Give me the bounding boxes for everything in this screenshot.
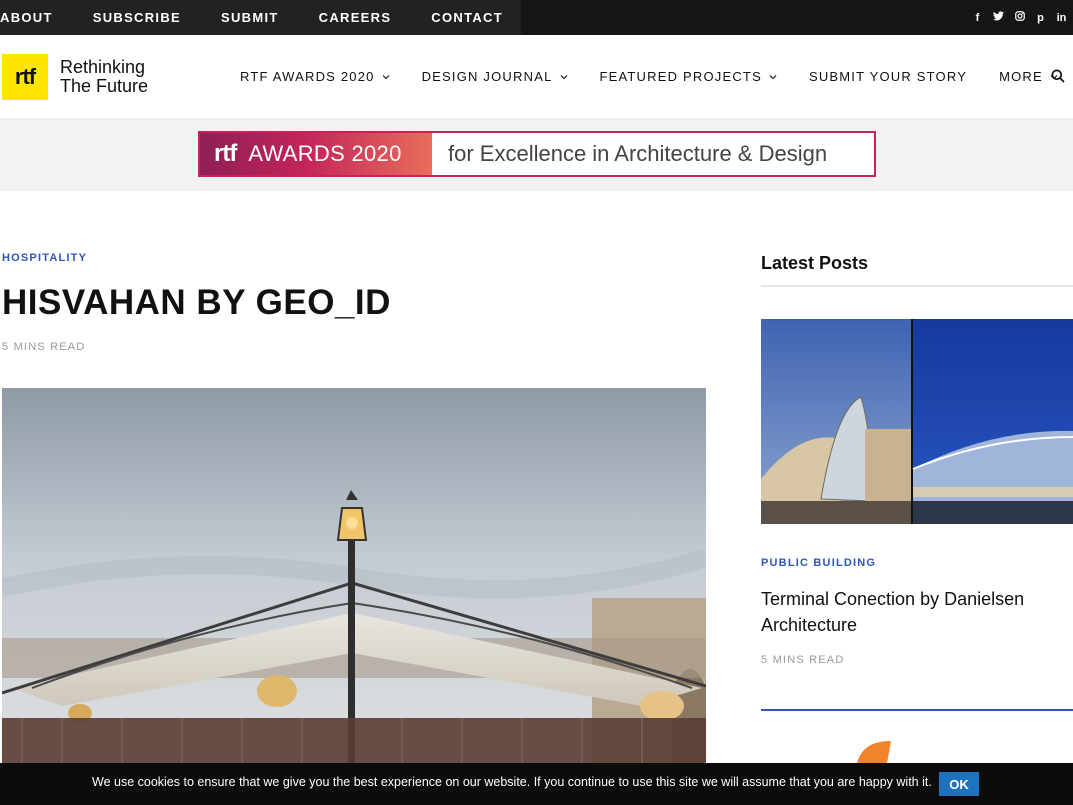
nav-design-journal[interactable]: DESIGN JOURNAL xyxy=(422,69,568,84)
site-header: rtf Rethinking The Future RTF AWARDS 202… xyxy=(0,35,1073,118)
twitter-icon[interactable] xyxy=(993,11,1004,24)
main-nav: RTF AWARDS 2020 DESIGN JOURNAL FEATURED … xyxy=(240,35,1058,118)
nav-rtf-awards[interactable]: RTF AWARDS 2020 xyxy=(240,69,390,84)
ad-banner-band: rtf AWARDS 2020 for Excellence in Archit… xyxy=(0,118,1073,191)
facebook-icon[interactable]: f xyxy=(972,12,983,24)
logo-line-2: The Future xyxy=(60,76,149,96)
social-links: f p in xyxy=(972,0,1067,35)
top-nav-submit[interactable]: SUBMIT xyxy=(221,10,279,25)
pinterest-icon[interactable]: p xyxy=(1035,12,1046,24)
latest-post-thumbnail[interactable] xyxy=(761,319,1073,524)
cookie-ok-button[interactable]: OK xyxy=(939,772,979,796)
nav-more[interactable]: MORE xyxy=(999,69,1058,84)
nav-design-journal-label: DESIGN JOURNAL xyxy=(421,69,553,84)
banner-logo: rtf xyxy=(214,140,237,167)
next-post-thumbnail[interactable] xyxy=(761,709,1073,769)
nav-submit-your-story-label: SUBMIT YOUR STORY xyxy=(808,69,968,84)
linkedin-icon[interactable]: in xyxy=(1056,12,1067,24)
chevron-down-icon xyxy=(382,72,390,82)
nav-rtf-awards-label: RTF AWARDS 2020 xyxy=(240,69,375,84)
latest-post-read-time: 5 MINS READ xyxy=(761,654,845,666)
top-nav-contact[interactable]: CONTACT xyxy=(431,10,503,25)
nav-submit-your-story[interactable]: SUBMIT YOUR STORY xyxy=(809,69,967,84)
cookie-notice: We use cookies to ensure that we give yo… xyxy=(0,763,1073,805)
latest-post-category[interactable]: PUBLIC BUILDING xyxy=(761,557,876,569)
article-read-time: 5 MINS READ xyxy=(2,341,86,353)
article-title: HISVAHAN BY GEO_ID xyxy=(2,283,391,322)
cookie-message: We use cookies to ensure that we give yo… xyxy=(92,775,932,789)
top-nav-careers[interactable]: CAREERS xyxy=(319,10,392,25)
latest-post-title[interactable]: Terminal Conection by Danielsen Architec… xyxy=(761,586,1066,638)
banner-brand: rtf AWARDS 2020 xyxy=(200,133,432,175)
banner-tagline: for Excellence in Architecture & Design xyxy=(448,141,828,166)
nav-more-label: MORE xyxy=(999,69,1043,84)
latest-posts-heading: Latest Posts xyxy=(761,253,869,273)
article-hero-image xyxy=(2,388,706,768)
nav-featured-projects[interactable]: FEATURED PROJECTS xyxy=(600,69,777,84)
search-icon[interactable] xyxy=(1051,69,1065,83)
nav-featured-projects-label: FEATURED PROJECTS xyxy=(599,69,762,84)
sidebar-divider xyxy=(761,285,1073,287)
article-category[interactable]: HOSPITALITY xyxy=(2,252,87,264)
chevron-down-icon xyxy=(769,72,777,82)
logo-text[interactable]: Rethinking The Future xyxy=(60,58,148,96)
chevron-down-icon xyxy=(560,72,568,82)
top-nav-subscribe[interactable]: SUBSCRIBE xyxy=(93,10,181,25)
top-nav: ABOUT SUBSCRIBE SUBMIT CAREERS CONTACT xyxy=(0,0,521,35)
top-bar: ABOUT SUBSCRIBE SUBMIT CAREERS CONTACT f… xyxy=(0,0,1073,35)
instagram-icon[interactable] xyxy=(1014,11,1025,24)
logo-mark[interactable]: rtf xyxy=(2,54,48,100)
banner-awards-text: AWARDS 2020 xyxy=(248,141,402,166)
logo-line-1: Rethinking xyxy=(60,57,146,77)
rtf-awards-banner[interactable]: rtf AWARDS 2020 for Excellence in Archit… xyxy=(198,131,876,177)
top-nav-about[interactable]: ABOUT xyxy=(0,10,53,25)
